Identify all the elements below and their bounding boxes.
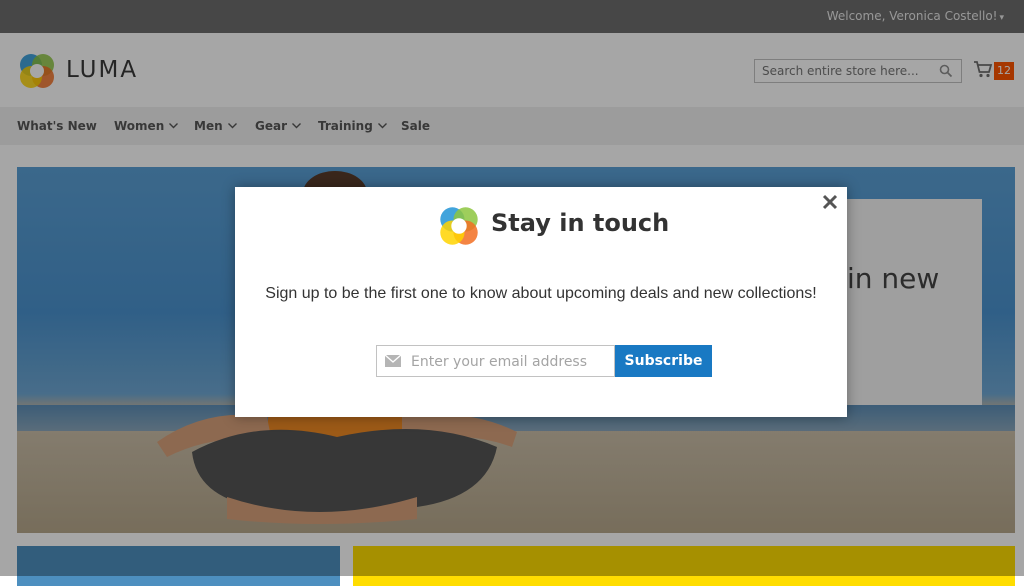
- luma-logo-icon: [440, 207, 478, 245]
- close-icon[interactable]: [821, 193, 839, 211]
- email-input[interactable]: [411, 352, 611, 372]
- mail-icon: [385, 355, 401, 367]
- newsletter-modal: Stay in touch Sign up to be the first on…: [235, 187, 847, 417]
- email-field-wrapper: [376, 345, 615, 377]
- modal-description: Sign up to be the first one to know abou…: [265, 285, 817, 302]
- subscribe-button[interactable]: Subscribe: [615, 345, 712, 377]
- modal-title: Stay in touch: [491, 209, 670, 237]
